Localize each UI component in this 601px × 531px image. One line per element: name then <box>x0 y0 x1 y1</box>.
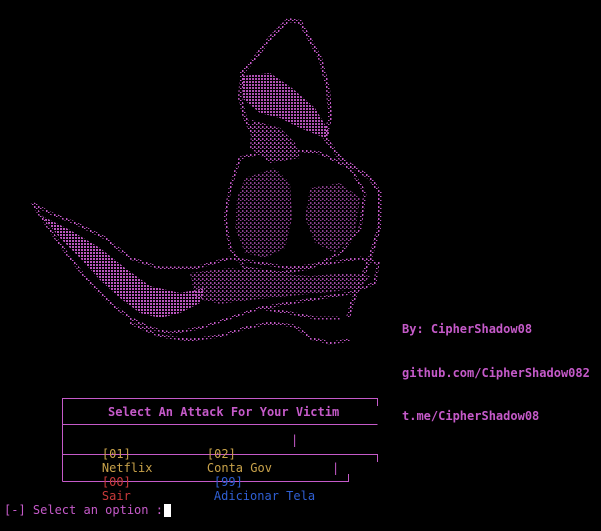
menu-title: Select An Attack For Your Victim <box>108 405 340 419</box>
option-sair-code: [00] <box>101 475 131 489</box>
option-adicionar-tela[interactable]: [99] Adicionar Tela <box>185 461 315 517</box>
menu-separator-2: | <box>332 461 340 475</box>
menu-separator-1: | <box>291 433 299 447</box>
option-adicionar-tela-label: Adicionar Tela <box>213 489 316 503</box>
hooded-figure-ascii-art-icon <box>30 18 385 348</box>
author-credit: By: CipherShadow08 <box>402 322 533 336</box>
option-conta-gov-code: [02] <box>206 447 236 461</box>
option-prompt[interactable]: [-] Select an option : <box>4 503 171 517</box>
github-link[interactable]: github.com/CipherShadow082 <box>402 366 590 381</box>
option-adicionar-tela-code: [99] <box>213 475 243 489</box>
text-cursor <box>163 503 171 517</box>
prompt-label: [-] Select an option : <box>4 503 163 517</box>
option-netflix-code: [01] <box>101 447 131 461</box>
option-sair-label: Sair <box>101 489 131 503</box>
telegram-link[interactable]: t.me/CipherShadow08 <box>402 409 590 424</box>
credits-block: By: CipherShadow08 github.com/CipherShad… <box>402 293 590 438</box>
